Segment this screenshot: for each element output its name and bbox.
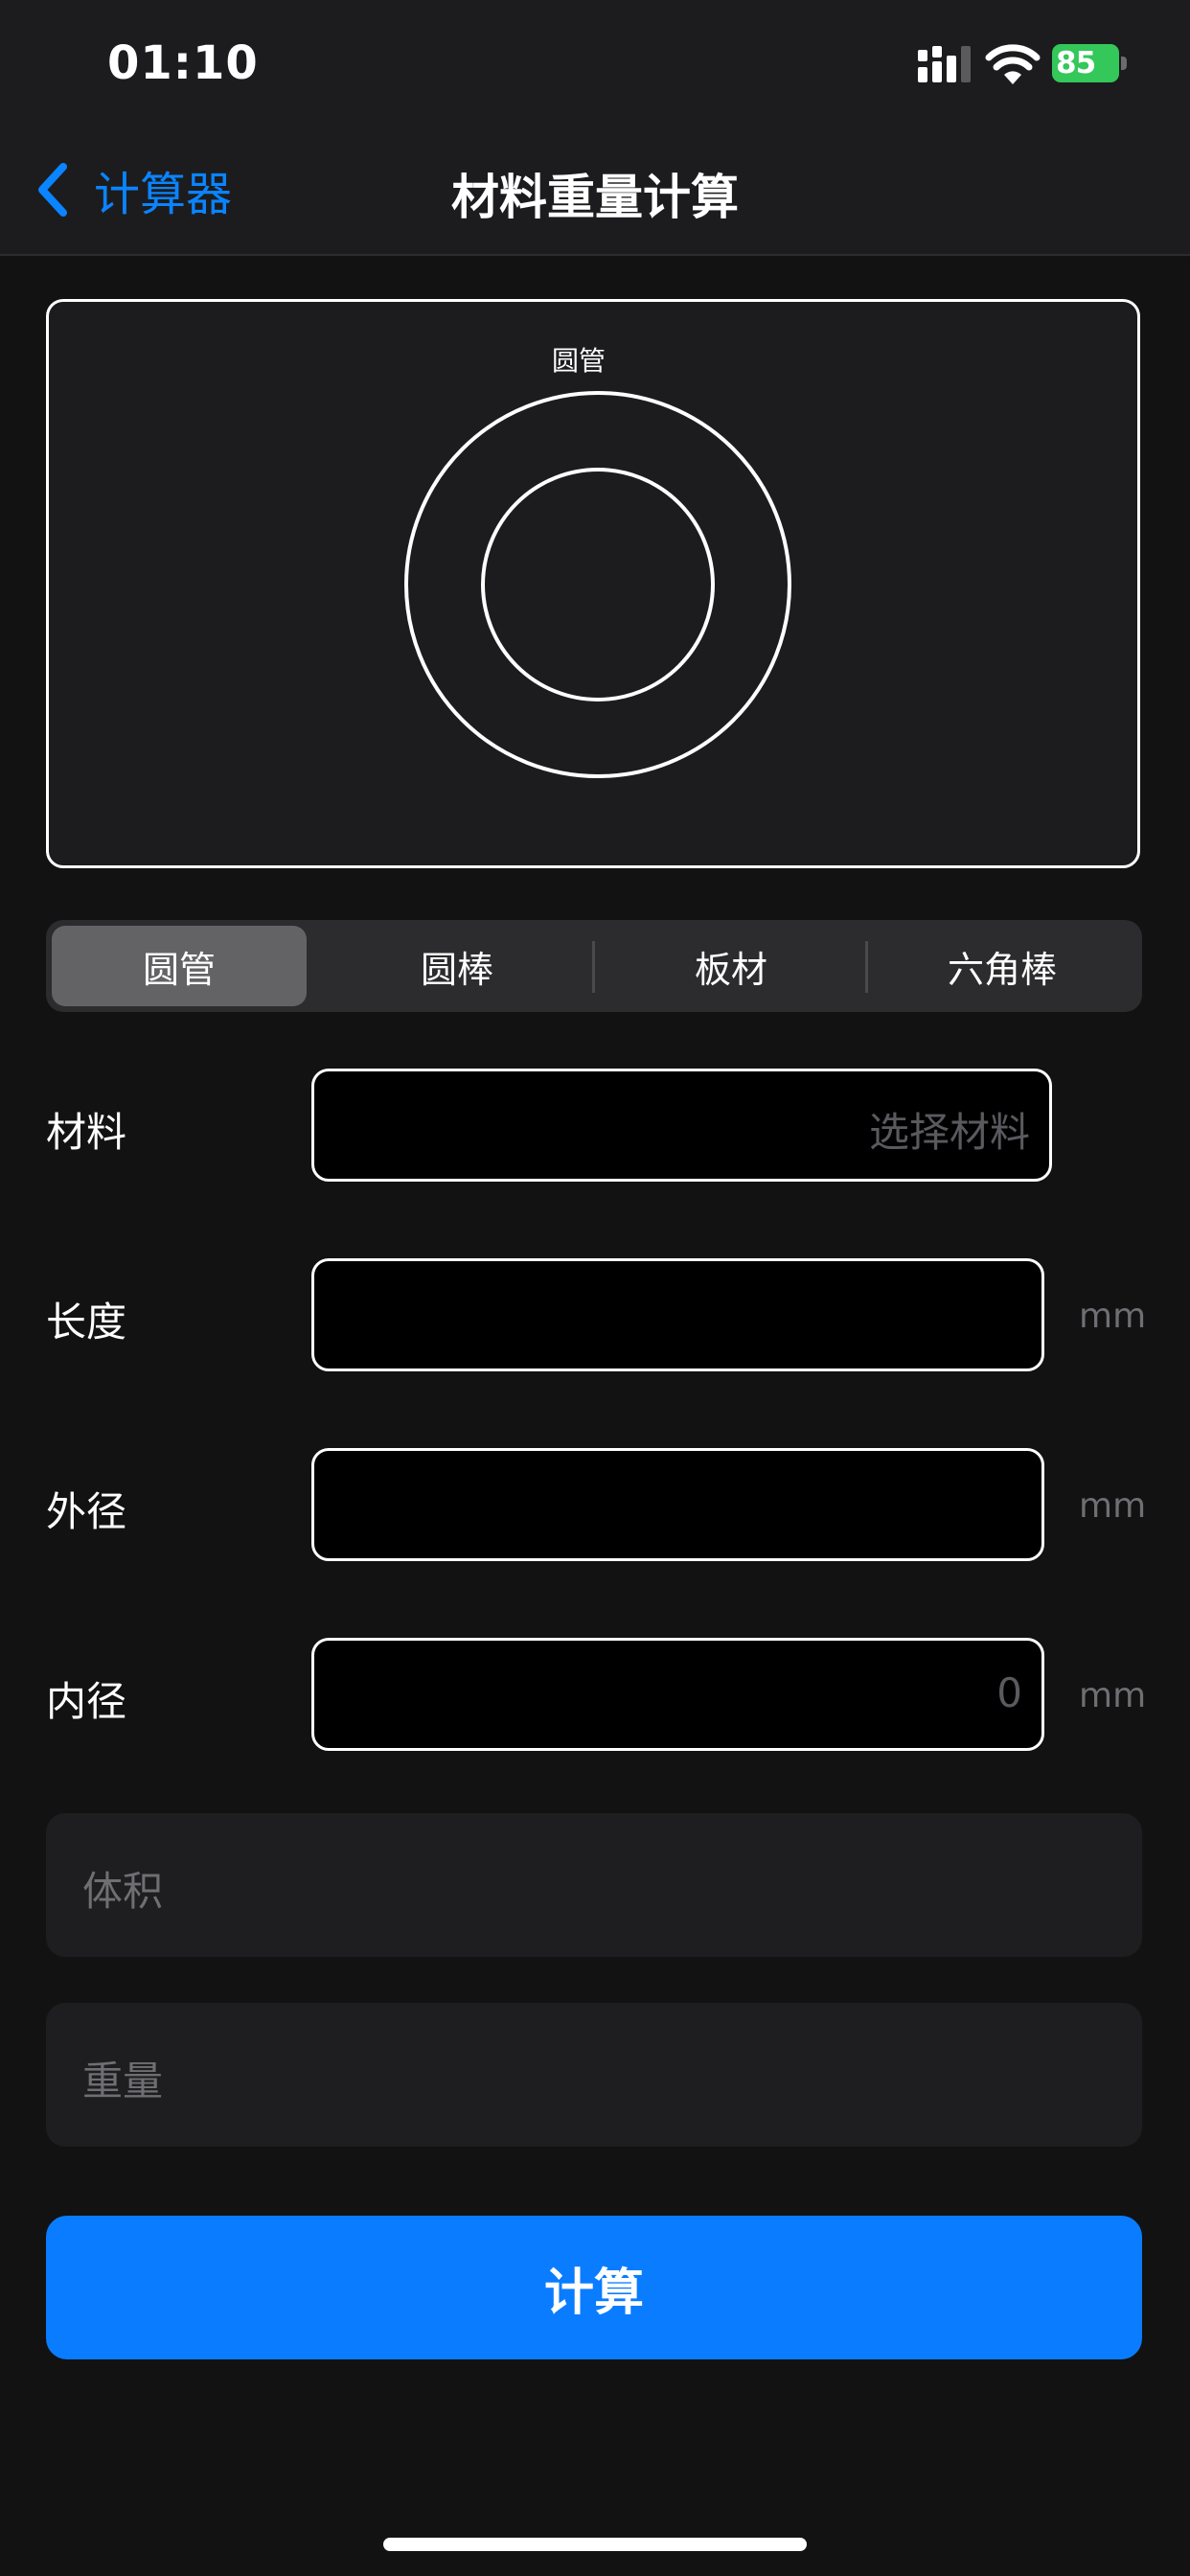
outer-diameter-label: 外径: [46, 1488, 127, 1535]
outer-diameter-unit: mm: [1079, 1486, 1147, 1526]
status-time: 01:10: [107, 36, 259, 90]
inner-diameter-label: 内径: [46, 1678, 127, 1725]
material-select[interactable]: 选择材料: [311, 1069, 1052, 1182]
signal-icon: [918, 46, 971, 82]
inner-diameter-placeholder: 0: [996, 1669, 1022, 1716]
outer-diameter-input[interactable]: [311, 1448, 1044, 1561]
segment-round-tube[interactable]: 圆管: [52, 926, 307, 1006]
material-label: 材料: [46, 1109, 127, 1156]
segment-plate[interactable]: 板材: [594, 926, 868, 1006]
calculate-button[interactable]: 计算: [46, 2216, 1142, 2359]
shape-segmented-control: 圆管 圆棒 板材 六角棒: [46, 920, 1142, 1012]
inner-diameter-unit: mm: [1079, 1676, 1147, 1715]
navigation-bar: 计算器 材料重量计算: [0, 125, 1190, 256]
length-unit: mm: [1079, 1297, 1147, 1336]
shape-preview-card: 圆管: [46, 299, 1140, 868]
home-indicator[interactable]: [383, 2538, 807, 2551]
weight-result: 重量: [46, 2003, 1142, 2147]
volume-label: 体积: [82, 1868, 164, 1915]
length-label: 长度: [46, 1299, 127, 1346]
round-tube-illustration: [404, 391, 791, 778]
battery-level: 85: [1056, 46, 1096, 80]
segment-hex-bar[interactable]: 六角棒: [868, 926, 1136, 1006]
inner-diameter-input[interactable]: 0: [311, 1638, 1044, 1751]
volume-result: 体积: [46, 1813, 1142, 1957]
segment-round-bar[interactable]: 圆棒: [320, 926, 594, 1006]
length-input[interactable]: [311, 1258, 1044, 1371]
material-placeholder: 选择材料: [868, 1109, 1030, 1156]
page-title: 材料重量计算: [451, 170, 739, 225]
status-bar: 01:10 85: [0, 0, 1190, 125]
battery-icon: 85: [1052, 44, 1127, 82]
wifi-icon: [985, 44, 1041, 84]
weight-label: 重量: [82, 2058, 164, 2104]
shape-preview-caption: 圆管: [551, 345, 606, 377]
